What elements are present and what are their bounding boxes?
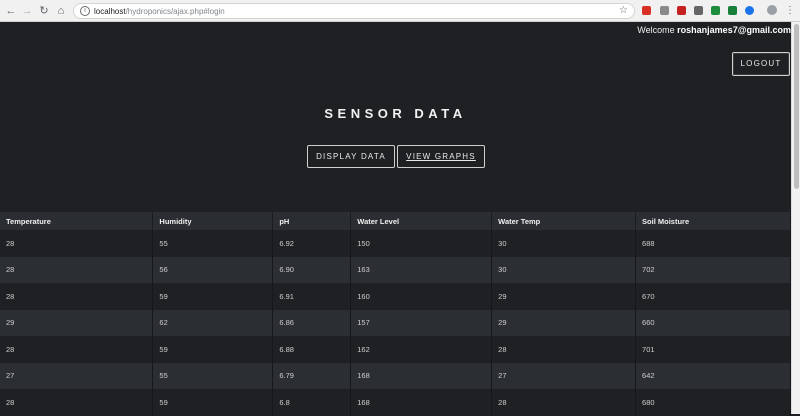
page-body: Welcome roshanjames7@gmail.com LOGOUT SE… bbox=[0, 22, 791, 416]
table-row: 28 59 6.91 160 29 670 bbox=[0, 283, 791, 310]
sensor-data-table: Temperature Humidity pH Water Level Wate… bbox=[0, 212, 791, 416]
extension-icon[interactable] bbox=[711, 6, 720, 15]
table-cell: 59 bbox=[152, 336, 274, 363]
display-data-button[interactable]: DISPLAY DATA bbox=[307, 145, 395, 168]
page-scrollbar[interactable] bbox=[791, 22, 800, 414]
table-cell: 30 bbox=[491, 230, 637, 257]
table-cell: 55 bbox=[152, 230, 274, 257]
extension-icon[interactable] bbox=[745, 6, 754, 15]
url-text: localhost/hydroponics/ajax.php#login bbox=[94, 6, 225, 17]
column-header-humidity: Humidity bbox=[152, 212, 274, 230]
table-cell: 28 bbox=[0, 230, 154, 257]
browser-toolbar: ← → ↻ ⌂ i localhost/hydroponics/ajax.php… bbox=[0, 0, 800, 22]
extension-icon[interactable] bbox=[677, 6, 686, 15]
table-cell: 688 bbox=[635, 230, 791, 257]
table-cell: 62 bbox=[152, 309, 274, 336]
table-cell: 6.79 bbox=[272, 362, 352, 389]
address-bar[interactable]: i localhost/hydroponics/ajax.php#login ☆ bbox=[73, 3, 635, 19]
url-path: /hydroponics/ajax.php#login bbox=[125, 7, 225, 16]
logout-button[interactable]: LOGOUT bbox=[732, 52, 790, 76]
table-cell: 660 bbox=[635, 309, 791, 336]
menu-kebab-icon[interactable]: ⋮ bbox=[783, 4, 797, 18]
table-cell: 27 bbox=[491, 362, 637, 389]
table-cell: 56 bbox=[152, 256, 274, 283]
scrollbar-thumb[interactable] bbox=[794, 24, 799, 189]
table-cell: 29 bbox=[491, 309, 637, 336]
table-cell: 59 bbox=[152, 389, 274, 416]
column-header-temperature: Temperature bbox=[0, 212, 154, 230]
bookmark-star-icon[interactable]: ☆ bbox=[619, 5, 628, 17]
table-cell: 701 bbox=[635, 336, 791, 363]
table-cell: 680 bbox=[635, 389, 791, 416]
extension-icon[interactable] bbox=[660, 6, 669, 15]
table-cell: 29 bbox=[0, 309, 154, 336]
table-cell: 642 bbox=[635, 362, 791, 389]
table-row: 28 55 6.92 150 30 688 bbox=[0, 230, 791, 257]
column-header-soil-moisture: Soil Moisture bbox=[635, 212, 791, 230]
table-cell: 27 bbox=[0, 362, 154, 389]
table-cell: 28 bbox=[491, 336, 637, 363]
table-cell: 6.91 bbox=[272, 283, 352, 310]
table-cell: 59 bbox=[152, 283, 274, 310]
user-email: roshanjames7@gmail.com bbox=[677, 25, 791, 35]
table-row: 28 59 6.88 162 28 701 bbox=[0, 336, 791, 363]
table-cell: 6.92 bbox=[272, 230, 352, 257]
table-cell: 157 bbox=[350, 309, 493, 336]
table-row: 27 55 6.79 168 27 642 bbox=[0, 362, 791, 389]
table-cell: 6.88 bbox=[272, 336, 352, 363]
extension-icon[interactable] bbox=[728, 6, 737, 15]
table-row: 28 56 6.90 163 30 702 bbox=[0, 256, 791, 283]
welcome-text: Welcome roshanjames7@gmail.com bbox=[637, 25, 791, 36]
table-row: 28 59 6.8 168 28 680 bbox=[0, 389, 791, 416]
back-icon[interactable]: ← bbox=[4, 4, 18, 18]
table-cell: 670 bbox=[635, 283, 791, 310]
table-cell: 160 bbox=[350, 283, 493, 310]
extension-icon[interactable] bbox=[694, 6, 703, 15]
info-icon[interactable]: i bbox=[80, 6, 90, 16]
home-icon[interactable]: ⌂ bbox=[54, 4, 68, 18]
table-cell: 28 bbox=[0, 283, 154, 310]
table-cell: 702 bbox=[635, 256, 791, 283]
table-cell: 29 bbox=[491, 283, 637, 310]
column-header-water-level: Water Level bbox=[350, 212, 493, 230]
avatar[interactable] bbox=[767, 5, 777, 15]
table-header-row: Temperature Humidity pH Water Level Wate… bbox=[0, 212, 791, 230]
view-graphs-button[interactable]: VIEW GRAPHS bbox=[397, 145, 485, 168]
welcome-prefix: Welcome bbox=[637, 25, 675, 35]
table-cell: 168 bbox=[350, 362, 493, 389]
table-cell: 28 bbox=[491, 389, 637, 416]
table-cell: 168 bbox=[350, 389, 493, 416]
table-cell: 163 bbox=[350, 256, 493, 283]
table-cell: 6.90 bbox=[272, 256, 352, 283]
table-cell: 6.86 bbox=[272, 309, 352, 336]
table-cell: 28 bbox=[0, 256, 154, 283]
reload-icon[interactable]: ↻ bbox=[37, 4, 51, 18]
table-cell: 55 bbox=[152, 362, 274, 389]
table-cell: 28 bbox=[0, 336, 154, 363]
table-row: 29 62 6.86 157 29 660 bbox=[0, 309, 791, 336]
page-title: SENSOR DATA bbox=[324, 106, 467, 121]
extension-icon[interactable] bbox=[642, 6, 651, 15]
table-cell: 28 bbox=[0, 389, 154, 416]
table-cell: 6.8 bbox=[272, 389, 352, 416]
table-cell: 30 bbox=[491, 256, 637, 283]
forward-icon[interactable]: → bbox=[20, 4, 34, 18]
url-host: localhost bbox=[94, 7, 126, 16]
table-cell: 150 bbox=[350, 230, 493, 257]
column-header-ph: pH bbox=[272, 212, 352, 230]
table-cell: 162 bbox=[350, 336, 493, 363]
column-header-water-temp: Water Temp bbox=[491, 212, 637, 230]
